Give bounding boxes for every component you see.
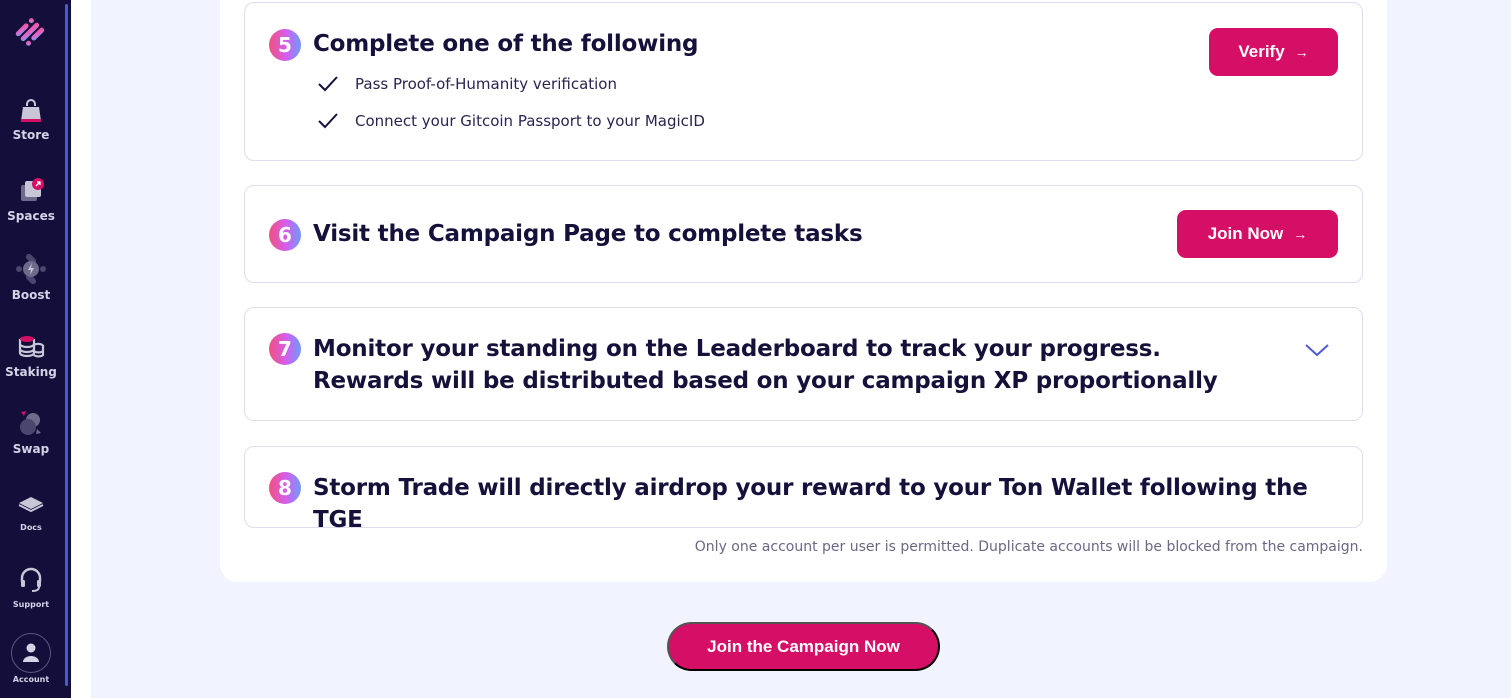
user-icon — [23, 643, 39, 662]
sidebar-item-swap[interactable]: Swap — [0, 410, 62, 456]
sidebar: Store Spaces Boost Staking Swap Docs Sup… — [0, 0, 71, 698]
step-title: Visit the Campaign Page to complete task… — [313, 221, 863, 247]
sidebar-label: Docs — [20, 523, 42, 532]
sidebar-label: Boost — [11, 288, 51, 302]
sidebar-scrollbar[interactable] — [65, 4, 68, 686]
step-8: 8 Storm Trade will directly airdrop your… — [244, 446, 1363, 533]
disclaimer-text: Only one account per user is permitted. … — [694, 539, 1363, 555]
sidebar-item-store[interactable]: Store — [0, 98, 62, 142]
join-now-label: Join Now — [1207, 224, 1284, 243]
chevron-down-icon[interactable] — [1304, 342, 1330, 358]
boost-icon — [16, 254, 46, 284]
step-6: 6 Visit the Campaign Page to complete ta… — [244, 185, 1363, 283]
step-number-badge: 7 — [269, 333, 301, 365]
option-item: Connect your Gitcoin Passport to your Ma… — [317, 112, 705, 130]
step-number-badge: 8 — [269, 472, 301, 504]
sidebar-item-docs[interactable]: Docs — [0, 493, 62, 532]
sidebar-label: Account — [12, 675, 50, 684]
shopping-bag-icon — [21, 99, 41, 122]
sidebar-item-boost[interactable]: Boost — [0, 254, 62, 302]
step-title-line-1: Monitor your standing on the Leaderboard… — [313, 336, 1161, 362]
step-5: 5 Complete one of the following Pass Pro… — [244, 2, 1363, 161]
sidebar-label: Store — [12, 128, 50, 142]
sidebar-item-account[interactable]: Account — [0, 633, 62, 684]
arrow-right-icon: → — [1293, 226, 1308, 242]
sidebar-label: Swap — [12, 442, 50, 456]
avatar[interactable] — [11, 633, 51, 673]
option-label: Pass Proof-of-Humanity verification — [355, 75, 617, 93]
sidebar-item-spaces[interactable]: Spaces — [0, 177, 62, 223]
book-icon — [18, 497, 44, 513]
sidebar-item-support[interactable]: Support — [0, 566, 62, 609]
check-icon — [318, 76, 338, 92]
spaces-icon — [21, 178, 44, 201]
step-number-badge: 6 — [269, 219, 301, 251]
coins-stack-icon — [18, 336, 45, 358]
arrow-right-icon: → — [1294, 44, 1309, 60]
step-number-badge: 5 — [269, 29, 301, 61]
sidebar-label: Support — [12, 600, 50, 609]
verify-label: Verify — [1238, 42, 1285, 61]
step-title: Complete one of the following — [313, 31, 699, 57]
join-now-button[interactable]: Join Now → — [1177, 210, 1338, 258]
app-logo[interactable] — [13, 15, 49, 51]
join-campaign-button[interactable]: Join the Campaign Now — [667, 622, 940, 671]
option-item: Pass Proof-of-Humanity verification — [317, 75, 617, 93]
sidebar-label: Staking — [5, 365, 57, 379]
step-7[interactable]: 7 Monitor your standing on the Leaderboa… — [244, 307, 1363, 421]
headset-icon — [20, 567, 42, 592]
option-label: Connect your Gitcoin Passport to your Ma… — [355, 112, 705, 130]
sidebar-label: Spaces — [7, 209, 55, 223]
check-icon — [318, 113, 338, 129]
swap-icon — [20, 411, 41, 435]
verify-button[interactable]: Verify → — [1209, 28, 1338, 76]
sidebar-gap — [71, 0, 91, 698]
step-title-line-2: Rewards will be distributed based on you… — [313, 368, 1218, 394]
sidebar-item-staking[interactable]: Staking — [0, 333, 62, 379]
step-title: Storm Trade will directly airdrop your r… — [313, 475, 1308, 533]
